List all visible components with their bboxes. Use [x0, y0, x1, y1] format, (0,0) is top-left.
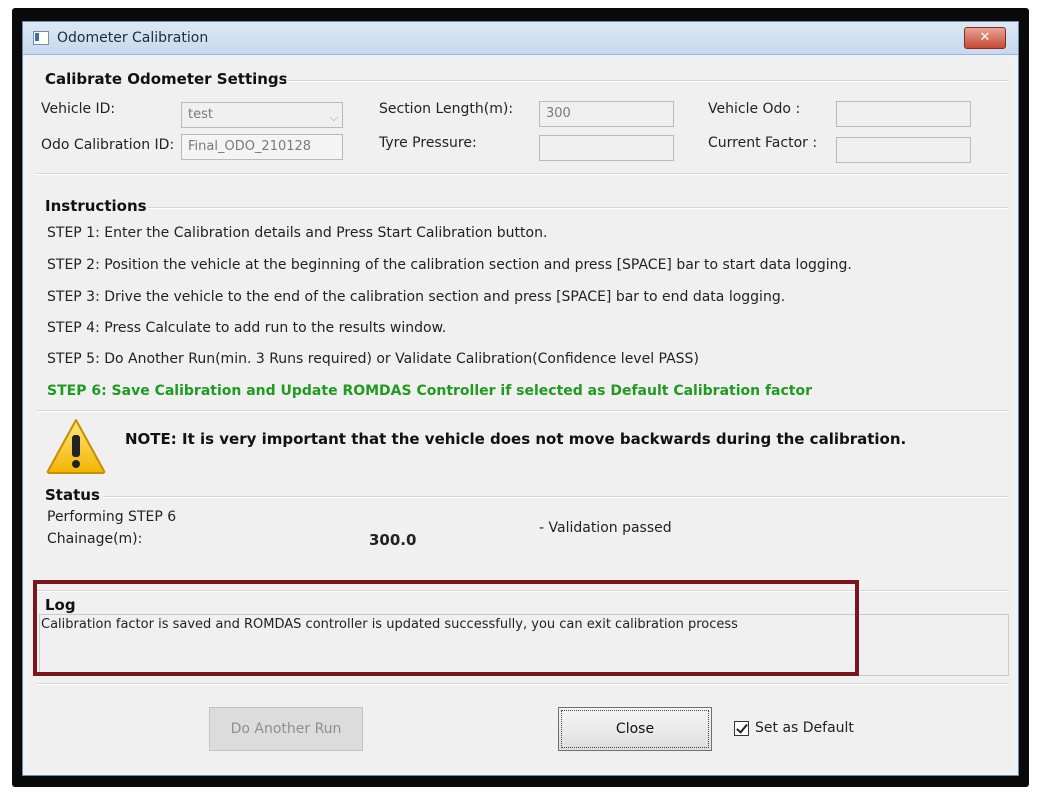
- warning-icon: [46, 419, 106, 474]
- dialog-content: Calibrate Odometer Settings Vehicle ID: …: [28, 57, 1013, 772]
- validation-status: - Validation passed: [539, 520, 672, 536]
- set-as-default-checkbox[interactable]: [734, 721, 749, 736]
- log-bottom-divider: [36, 683, 1008, 685]
- status-divider: [103, 496, 1008, 498]
- section-length-label: Section Length(m):: [379, 101, 514, 117]
- app-icon: [33, 31, 49, 45]
- section-length-field[interactable]: 300: [539, 101, 674, 127]
- vehicle-odo-field[interactable]: [836, 101, 971, 127]
- current-factor-field[interactable]: [836, 137, 971, 163]
- status-group-title: Status: [45, 486, 100, 504]
- window-title: Odometer Calibration: [57, 30, 209, 46]
- vehicle-odo-label: Vehicle Odo :: [708, 101, 801, 117]
- log-highlight-box: [33, 580, 859, 676]
- odo-calibration-id-label: Odo Calibration ID:: [41, 137, 175, 153]
- settings-divider: [286, 80, 1008, 82]
- close-button[interactable]: Close: [558, 707, 712, 751]
- step-4: STEP 4: Press Calculate to add run to th…: [47, 320, 447, 336]
- chainage-value: 300.0: [369, 531, 417, 549]
- settings-bottom-divider: [36, 173, 1008, 175]
- vehicle-id-combo[interactable]: test ⌵: [181, 102, 343, 128]
- step-3: STEP 3: Drive the vehicle to the end of …: [47, 289, 786, 305]
- chainage-label: Chainage(m):: [47, 531, 143, 547]
- vehicle-id-label: Vehicle ID:: [41, 101, 116, 117]
- current-factor-label: Current Factor :: [708, 135, 818, 151]
- title-bar[interactable]: Odometer Calibration ✕: [23, 22, 1018, 55]
- status-current-step: Performing STEP 6: [47, 509, 177, 525]
- chevron-down-icon[interactable]: ⌵: [330, 106, 338, 127]
- instructions-divider: [148, 207, 1008, 209]
- vehicle-id-value: test: [188, 107, 213, 122]
- set-as-default-label[interactable]: Set as Default: [755, 720, 854, 736]
- step-2: STEP 2: Position the vehicle at the begi…: [47, 257, 852, 273]
- step-1: STEP 1: Enter the Calibration details an…: [47, 225, 548, 241]
- odo-calibration-id-field[interactable]: Final_ODO_210128: [181, 134, 343, 160]
- tyre-pressure-label: Tyre Pressure:: [379, 135, 477, 151]
- step-6: STEP 6: Save Calibration and Update ROMD…: [47, 383, 813, 399]
- window-close-button[interactable]: ✕: [964, 27, 1006, 49]
- odometer-calibration-dialog: Odometer Calibration ✕ Calibrate Odomete…: [22, 21, 1019, 776]
- step-5: STEP 5: Do Another Run(min. 3 Runs requi…: [47, 351, 699, 367]
- tyre-pressure-field[interactable]: [539, 135, 674, 161]
- settings-group-title: Calibrate Odometer Settings: [45, 70, 288, 88]
- note-text: NOTE: It is very important that the vehi…: [125, 430, 907, 448]
- do-another-run-button[interactable]: Do Another Run: [209, 707, 363, 751]
- instructions-group-title: Instructions: [45, 197, 147, 215]
- instructions-bottom-divider: [36, 410, 1008, 412]
